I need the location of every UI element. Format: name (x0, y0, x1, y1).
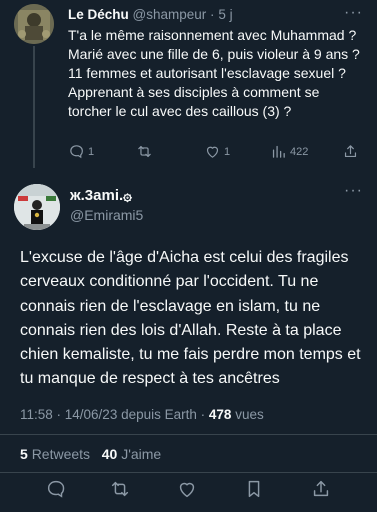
reply-separator: · (210, 7, 215, 22)
retweet-icon (138, 145, 151, 158)
reply-time[interactable]: 5 j (218, 7, 232, 22)
main-avatar[interactable] (14, 184, 60, 230)
reply-text: T'a le même raisonnement avec Muhammad ?… (68, 27, 360, 119)
divider (0, 472, 377, 473)
reply-author-name[interactable]: Le Déchu (68, 7, 129, 22)
comment-icon[interactable] (45, 478, 67, 500)
retweets-stat[interactable]: 5 Retweets (20, 446, 90, 462)
main-more-button[interactable]: ··· (344, 182, 363, 200)
reply-comment-count: 1 (88, 145, 95, 158)
reply-avatar[interactable] (14, 4, 54, 44)
tweet-metadata: 11:58 · 14/06/23 depuis Earth · 478 vues (20, 407, 264, 422)
reply-like-count: 1 (224, 145, 231, 158)
reply-like-button[interactable]: 1 (204, 143, 230, 160)
heart-icon[interactable] (176, 478, 198, 500)
share-icon[interactable] (310, 478, 332, 500)
heart-icon (206, 146, 219, 158)
bookmark-icon[interactable] (243, 478, 265, 500)
main-author-name[interactable]: ж.3ami.۞ (70, 186, 132, 204)
likes-stat[interactable]: 40 J'aime (102, 446, 162, 462)
tweet-views-label: vues (235, 407, 264, 422)
main-tweet-header: ж.3ami.۞ @Emirami5 ··· (0, 176, 377, 236)
reply-header: Le Déchu @shampeur · 5 j (68, 7, 233, 22)
retweets-label: Retweets (31, 446, 91, 462)
reply-views-button[interactable]: 422 (270, 143, 308, 160)
reply-retweet-button[interactable] (136, 143, 153, 160)
reply-author-handle[interactable]: @shampeur (133, 7, 207, 22)
comment-icon (70, 145, 83, 159)
main-actions (0, 478, 377, 508)
reply-actions: 1 1 422 (68, 143, 364, 163)
reply-more-button[interactable]: ··· (344, 4, 363, 22)
thread-line (33, 46, 35, 168)
tweet-time[interactable]: 11:58 · 14/06/23 depuis Earth · (20, 407, 205, 422)
main-tweet-text: L'excuse de l'âge d'Aicha est celui des … (20, 249, 361, 388)
views-icon (272, 145, 285, 158)
reply-share-button[interactable] (342, 143, 359, 160)
reply-comment-button[interactable]: 1 (68, 143, 94, 160)
divider (0, 434, 377, 435)
main-author-handle[interactable]: @Emirami5 (70, 207, 143, 223)
reply-view-count: 422 (290, 145, 309, 158)
tweet-stats: 5 Retweets 40 J'aime (20, 446, 161, 462)
retweet-icon[interactable] (109, 478, 131, 500)
tweet-views-count: 478 (208, 407, 232, 422)
likes-count: 40 (101, 446, 118, 462)
likes-label: J'aime (121, 446, 162, 462)
retweets-count: 5 (20, 446, 28, 462)
share-icon (344, 145, 357, 158)
reply-tweet[interactable]: Le Déchu @shampeur · 5 j ··· T'a le même… (0, 0, 377, 172)
